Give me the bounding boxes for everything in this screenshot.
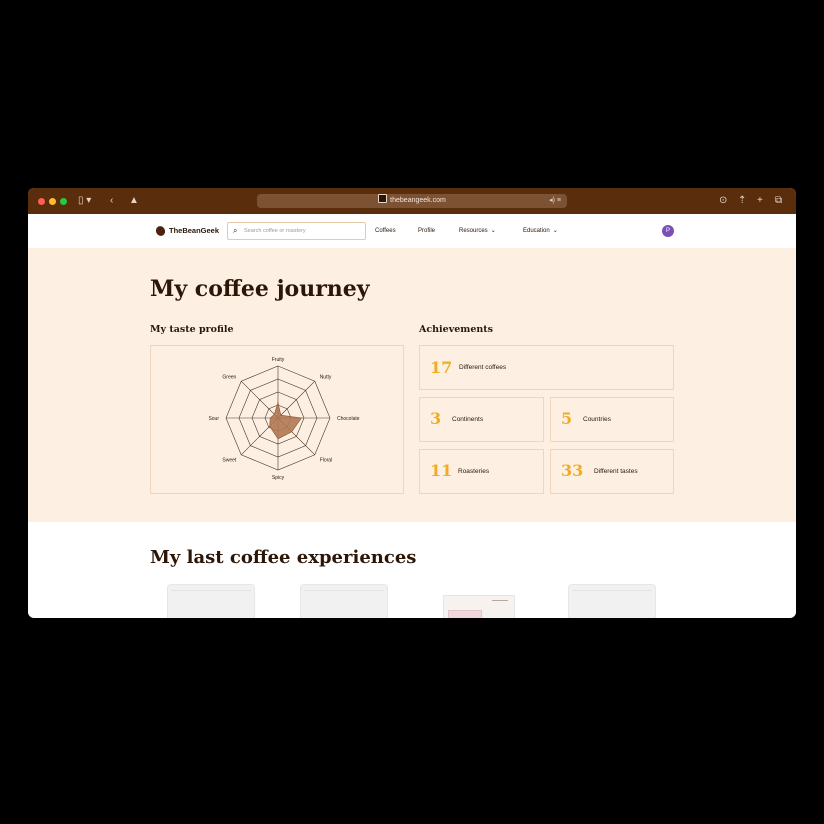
radar-axis-label: Nutty xyxy=(320,374,332,380)
site-favicon-icon xyxy=(378,194,388,203)
zoom-window-button[interactable] xyxy=(60,198,67,205)
back-icon[interactable]: ‹ xyxy=(110,194,113,208)
nav-link-profile[interactable]: Profile xyxy=(418,226,435,236)
radar-axis-label: Fruity xyxy=(272,357,285,363)
taste-profile-card: Fruity Nutty Chocolate Floral Spicy Sweet Sour… xyxy=(150,345,404,494)
taste-radar-chart: Fruity Nutty Chocolate Floral Spicy Sweet Sour… xyxy=(208,357,360,481)
achievement-card-roasteries: 11 Roasteries xyxy=(419,449,544,494)
coffee-bag-image[interactable] xyxy=(167,584,255,618)
achievement-value: 33 xyxy=(561,461,584,480)
user-avatar[interactable]: P xyxy=(662,225,674,237)
nav-link-resources[interactable]: Resources ⌄ xyxy=(459,226,496,236)
minimize-window-button[interactable] xyxy=(49,198,56,205)
tab-overview-icon[interactable]: ⧉ xyxy=(775,194,782,208)
experiences-heading: My last coffee experiences xyxy=(150,547,417,568)
coffee-bean-logo-icon xyxy=(154,224,167,238)
achievement-label: Roasteries xyxy=(458,468,490,475)
coffee-box-image[interactable] xyxy=(443,595,515,618)
search-icon: ⌕ xyxy=(233,226,238,235)
search-input[interactable] xyxy=(244,225,360,236)
new-tab-icon[interactable]: + xyxy=(757,194,763,208)
achievement-label: Countries xyxy=(583,416,611,423)
browser-toolbar: ▯ ▾ ‹ ▲ thebeangeek.com ◂) ≡ ⊙ ⇡ + ⧉ xyxy=(28,188,796,214)
achievement-value: 3 xyxy=(430,409,442,428)
achievement-value: 11 xyxy=(430,461,453,480)
browser-window: ▯ ▾ ‹ ▲ thebeangeek.com ◂) ≡ ⊙ ⇡ + ⧉ The… xyxy=(28,188,796,618)
taste-profile-heading: My taste profile xyxy=(150,324,234,335)
radar-axis-label: Chocolate xyxy=(337,416,360,422)
coffee-bag-image[interactable] xyxy=(300,584,388,618)
achievement-label: Different coffees xyxy=(459,364,507,371)
search-box: ⌕ xyxy=(227,222,366,240)
achievement-card-coffees: 17 Different coffees xyxy=(419,345,674,390)
download-icon[interactable]: ⊙ xyxy=(719,194,727,208)
share-icon[interactable]: ⇡ xyxy=(738,194,746,208)
radar-axis-label: Sour xyxy=(208,416,219,422)
achievement-value: 5 xyxy=(561,409,573,428)
journey-section: My coffee journey My taste profile Achie… xyxy=(28,248,796,522)
coffee-bag-image[interactable] xyxy=(568,584,656,618)
achievement-card-countries: 5 Countries xyxy=(550,397,674,442)
site-logo[interactable]: TheBeanGeek xyxy=(169,225,219,237)
chevron-down-icon: ⌄ xyxy=(552,228,558,234)
address-bar[interactable]: thebeangeek.com ◂) ≡ xyxy=(257,194,567,208)
site-navbar: TheBeanGeek ⌕ Coffees Profile Resources⌄… xyxy=(28,214,796,249)
audio-reader-icons[interactable]: ◂) ≡ xyxy=(549,194,561,208)
achievement-card-tastes: 33 Different tastes xyxy=(550,449,674,494)
radar-axis-label: Green xyxy=(222,374,236,380)
sidebar-toggle-icon[interactable]: ▯ ▾ xyxy=(78,194,91,208)
url-text: thebeangeek.com xyxy=(390,197,446,204)
achievements-heading: Achievements xyxy=(419,324,494,335)
page-title: My coffee journey xyxy=(150,276,370,302)
extension-icon[interactable]: ▲ xyxy=(129,194,139,208)
radar-axis-label: Spicy xyxy=(272,475,285,481)
achievement-label: Different tastes xyxy=(594,468,638,475)
radar-axis-label: Sweet xyxy=(222,458,237,464)
nav-link-coffees[interactable]: Coffees xyxy=(375,226,396,236)
achievement-card-continents: 3 Continents xyxy=(419,397,544,442)
nav-link-education-label: Education xyxy=(523,228,550,234)
chevron-down-icon: ⌄ xyxy=(490,228,496,234)
nav-link-education[interactable]: Education ⌄ xyxy=(523,226,558,236)
radar-axis-label: Floral xyxy=(320,458,333,464)
achievement-label: Continents xyxy=(452,416,484,423)
nav-link-resources-label: Resources xyxy=(459,228,488,234)
close-window-button[interactable] xyxy=(38,198,45,205)
achievement-value: 17 xyxy=(430,358,453,377)
